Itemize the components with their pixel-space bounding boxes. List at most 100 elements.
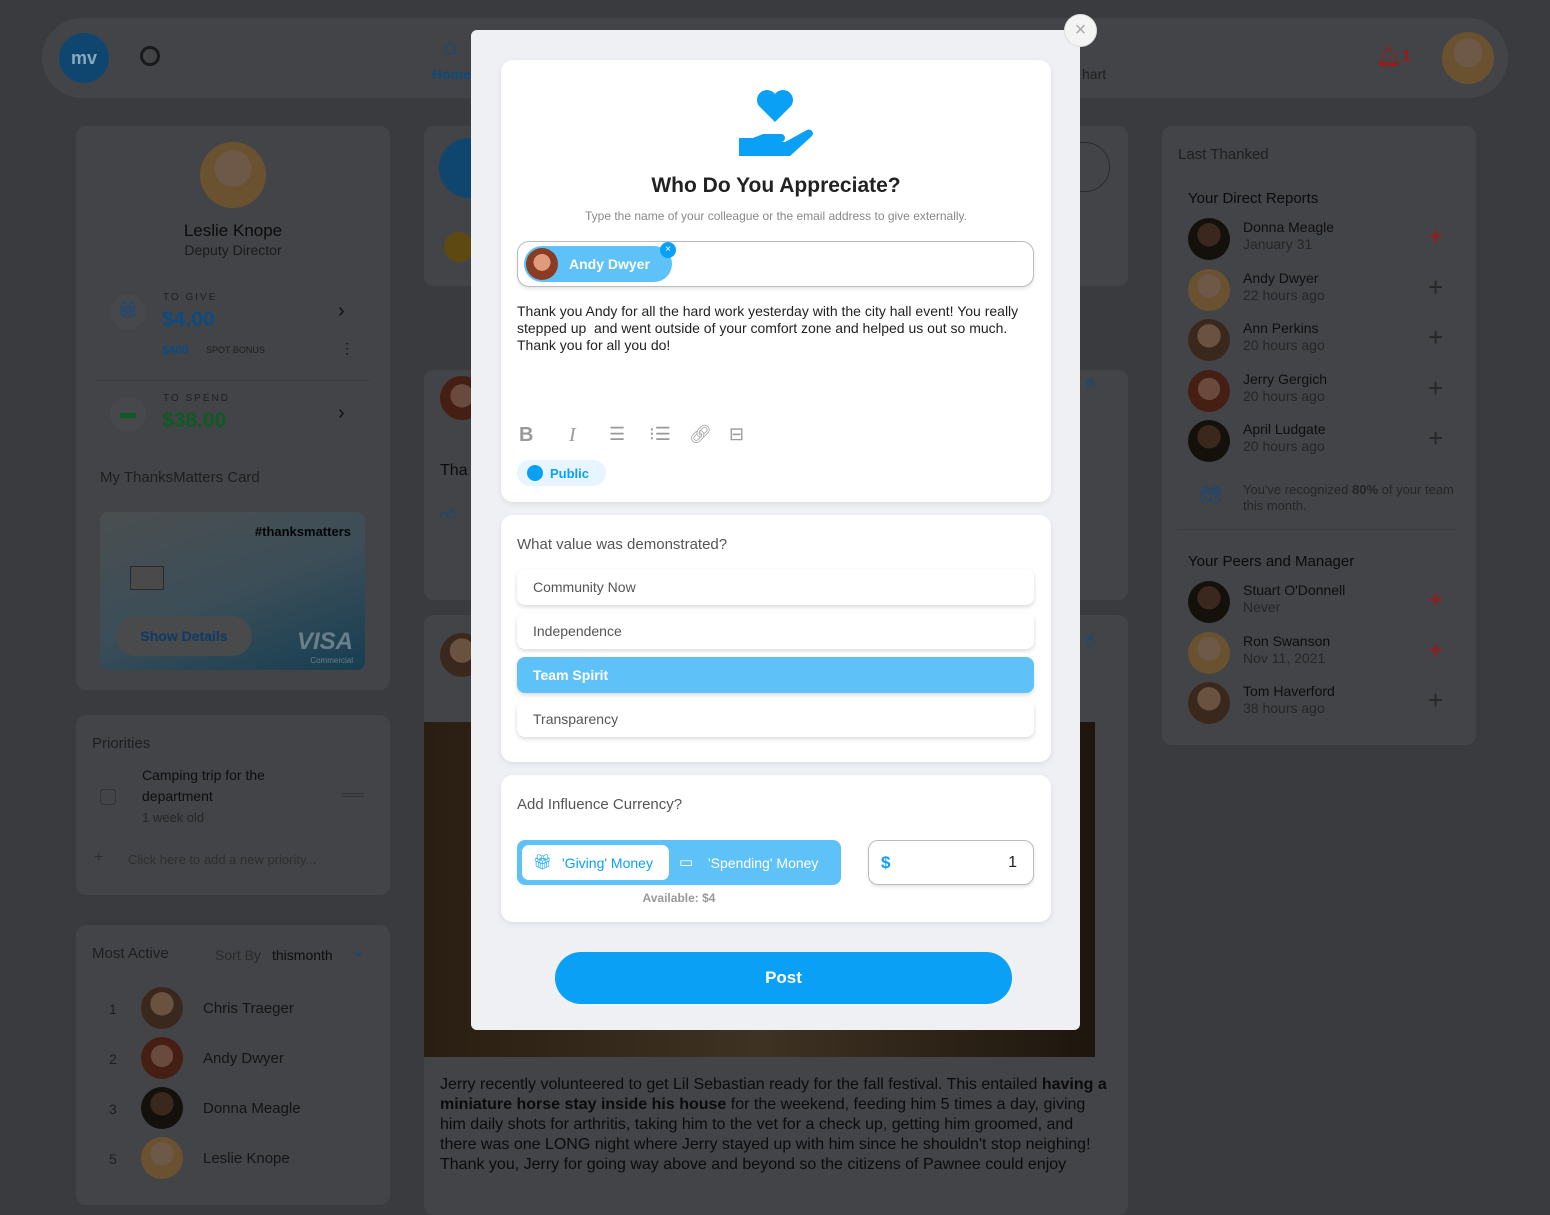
spot-bonus-amount: $400 (162, 343, 189, 357)
value-option[interactable]: Community Now (517, 569, 1034, 605)
thank-plus-icon[interactable]: + (1428, 375, 1443, 401)
visa-logo: VISA (296, 628, 353, 655)
thank-plus-icon[interactable]: + (1428, 687, 1443, 713)
person-name: April Ludgate (1243, 421, 1326, 437)
show-details-button[interactable]: Show Details (116, 616, 252, 656)
last-thanked-time: 20 hours ago (1243, 337, 1325, 353)
divider (96, 380, 370, 381)
bell-icon[interactable]: 🔔︎ (1376, 44, 1401, 69)
member-name: Leslie Knope (203, 1150, 290, 1167)
recognized-pre: You've recognized (1243, 482, 1352, 497)
visibility-toggle[interactable]: Public (517, 460, 606, 486)
last-thanked-time: 22 hours ago (1243, 286, 1325, 303)
to-spend-amount: $38.00 (162, 409, 227, 432)
value-option[interactable]: Transparency (517, 701, 1034, 737)
person-name: Donna Meagle (1243, 219, 1335, 235)
card-icon: ▭ (679, 854, 694, 871)
avatar (1188, 581, 1230, 623)
thank-plus-icon[interactable]: + (1428, 586, 1443, 612)
visibility-label: Public (550, 466, 590, 481)
appreciate-icon: 🤲︎ (1198, 484, 1224, 506)
amount-value: 1 (1008, 854, 1017, 871)
like-icon[interactable]: 👍︎ (440, 506, 457, 525)
currency-toggle: 🎁︎ 'Giving' Money ▭ 'Spending' Money (517, 840, 841, 885)
thank-plus-icon[interactable]: + (1428, 274, 1443, 300)
sort-select[interactable]: thismonth (272, 947, 333, 963)
card-section-title: My ThanksMatters Card (100, 469, 260, 486)
rank: 1 (109, 1001, 117, 1017)
avatar (1188, 420, 1230, 462)
thank-plus-icon[interactable]: + (1428, 324, 1443, 350)
profile-avatar (200, 142, 266, 208)
priority-text[interactable]: Camping trip for the department (142, 765, 302, 807)
remove-recipient-icon[interactable]: × (660, 242, 676, 258)
last-thanked-time: 20 hours ago (1243, 387, 1325, 404)
chevron-down-icon[interactable]: ⌄ (352, 941, 365, 961)
drag-handle[interactable] (342, 793, 364, 797)
nav-org-chart[interactable]: hart (1082, 66, 1106, 82)
avatar (141, 987, 183, 1029)
appreciation-modal: × Who Do You Appreciate? Type the name o… (471, 14, 1097, 1030)
avatar (1188, 319, 1230, 361)
member-name: Andy Dwyer (203, 1050, 284, 1067)
spending-money-option[interactable]: 'Spending' Money (708, 855, 818, 871)
avatar (141, 1037, 183, 1079)
priorities-title: Priorities (92, 735, 151, 752)
logo[interactable]: mv (59, 33, 109, 83)
profile-card: Leslie Knope Deputy Director 🎁︎ TO GIVE … (76, 126, 390, 690)
add-priority-input[interactable]: Click here to add a new priority... (128, 852, 316, 867)
last-thanked-time: Never (1243, 599, 1281, 615)
nav-home[interactable]: Home (432, 66, 471, 82)
chip-icon (130, 566, 164, 590)
numbered-list-button[interactable]: ⁝☰ (649, 424, 671, 445)
home-icon[interactable]: ⌂ (444, 34, 457, 60)
visa-sub: Commercial (310, 656, 353, 665)
chevron-right-icon[interactable]: › (338, 300, 345, 323)
recipient-name: Andy Dwyer (569, 256, 650, 272)
to-give-amount: $4.00 (162, 308, 215, 331)
giving-money-option[interactable]: 🎁︎ 'Giving' Money (522, 845, 669, 880)
rank: 3 (109, 1101, 117, 1117)
appreciate-icon[interactable]: ✋︎ (1086, 376, 1095, 394)
thank-plus-icon[interactable]: + (1428, 223, 1443, 249)
divider (1178, 529, 1458, 530)
values-title: What value was demonstrated? (517, 536, 728, 553)
plus-icon[interactable]: + (94, 849, 103, 867)
member-name: Chris Traeger (203, 1000, 294, 1017)
appreciate-icon[interactable]: ✋︎ (1086, 633, 1095, 651)
value-option[interactable]: Independence (517, 613, 1034, 649)
more-icon[interactable]: ⋮ (340, 340, 354, 357)
recipient-avatar (526, 248, 558, 280)
bullet-list-button[interactable]: ☰ (609, 424, 625, 445)
priority-age: 1 week old (142, 810, 205, 825)
chevron-right-icon[interactable]: › (338, 402, 345, 425)
last-thanked-time: Nov 11, 2021 (1243, 649, 1326, 666)
user-avatar[interactable] (1442, 32, 1494, 84)
recipient-input[interactable]: Andy Dwyer × (517, 241, 1034, 287)
person-name: Stuart O'Donnell (1243, 582, 1346, 598)
link-icon[interactable]: 🔗︎ (689, 424, 712, 445)
post-text: Tha (440, 462, 468, 479)
priority-checkbox[interactable] (100, 789, 116, 805)
avatar (141, 1137, 183, 1179)
peers-title: Your Peers and Manager (1188, 553, 1355, 570)
dollar-icon: $ (881, 853, 891, 872)
embed-icon[interactable]: ⊟ (729, 424, 744, 445)
message-editor[interactable]: Thank you Andy for all the hard work yes… (517, 303, 1037, 354)
search-icon[interactable] (140, 46, 160, 66)
recognized-pct: 80% (1351, 482, 1379, 497)
post-button[interactable]: Post (555, 952, 1012, 1004)
last-thanked-card: Last Thanked Your Direct Reports Donna M… (1162, 126, 1476, 745)
italic-button[interactable]: I (569, 424, 576, 447)
bold-button[interactable]: B (519, 424, 533, 447)
giving-label: 'Giving' Money (562, 855, 653, 871)
thank-plus-icon[interactable]: + (1428, 425, 1443, 451)
most-active-card: Most Active Sort By thismonth ⌄ 1 Chris T… (76, 925, 390, 1205)
avatar (141, 1087, 183, 1129)
recipient-chip: Andy Dwyer × (524, 242, 676, 282)
amount-input[interactable]: $ 1 (868, 840, 1034, 885)
thank-plus-icon[interactable]: + (1428, 637, 1443, 663)
value-option[interactable]: Team Spirit (517, 657, 1034, 693)
sort-label: Sort By (215, 947, 261, 963)
close-button[interactable]: × (1064, 14, 1097, 47)
